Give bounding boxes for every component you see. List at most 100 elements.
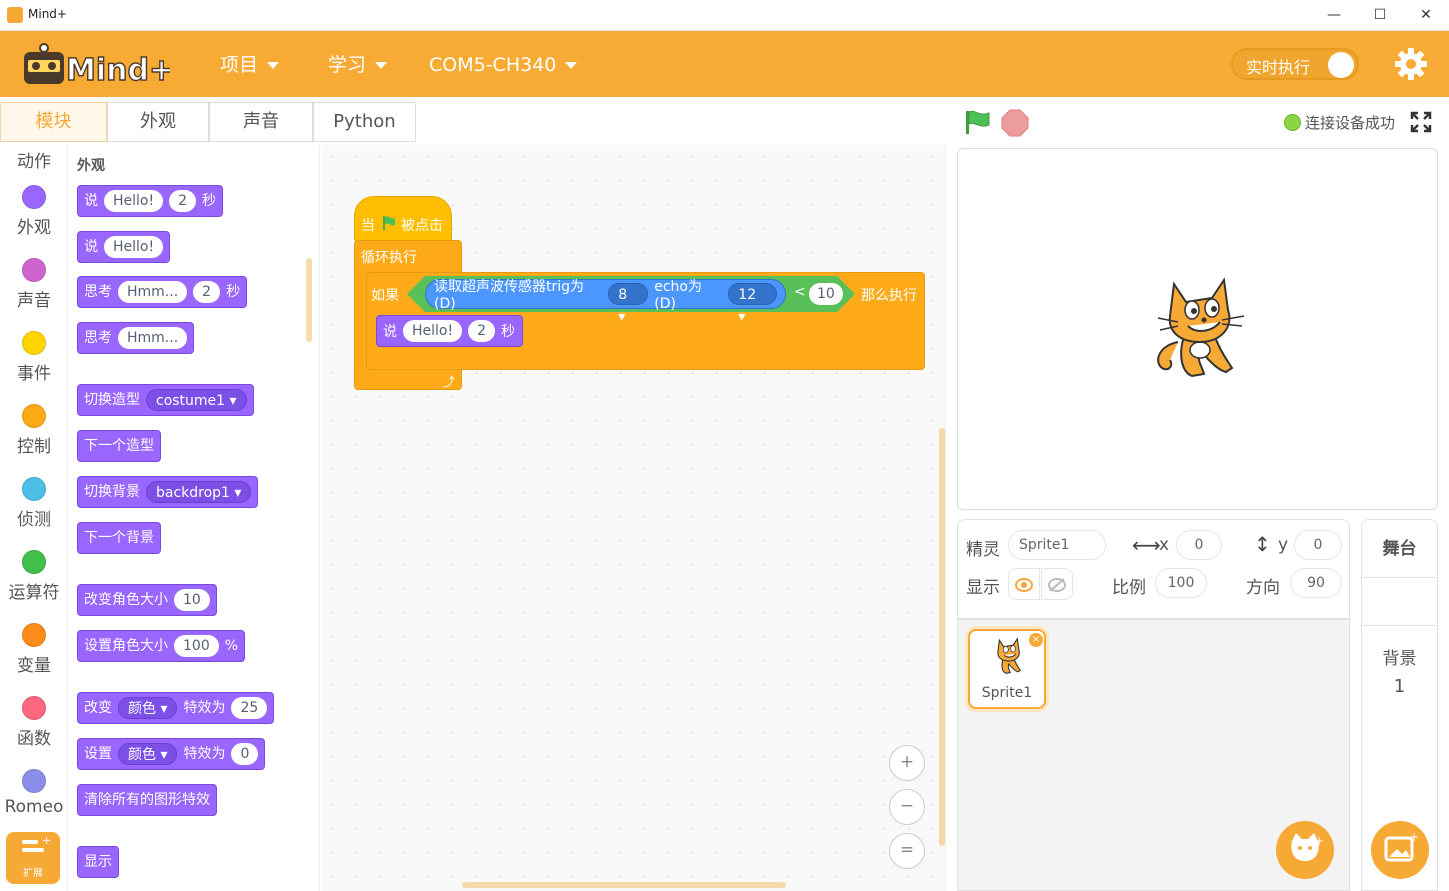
sprite-thumbnail-name: Sprite1 [981,685,1033,701]
block-text-input[interactable]: Hmm... [118,327,188,349]
block-number-input[interactable]: 25 [231,697,268,719]
category-romeo[interactable]: Romeo [0,769,67,817]
costume-dropdown[interactable]: costume1 ▾ [146,389,247,411]
sprite-name-input[interactable]: Sprite1 [1008,530,1106,560]
block-next-backdrop[interactable]: 下一个背景 [77,522,161,554]
category-control[interactable]: 控制 [0,404,67,457]
block-think-for-secs[interactable]: 思考 Hmm... 2 秒 [77,276,248,308]
fullscreen-icon[interactable] [1410,111,1432,133]
mindplus-logo[interactable]: Mind+ [22,42,170,88]
dropdown-value: backdrop1 [156,485,230,501]
block-number-input[interactable]: 2 [468,320,496,342]
block-number-input[interactable]: 100 [174,635,219,657]
add-sprite-button[interactable]: + [1276,821,1334,879]
block-change-effect[interactable]: 改变 颜色 ▾ 特效为 25 [77,692,275,724]
category-sensing[interactable]: 侦测 [0,477,67,530]
extension-button[interactable]: + 扩展 [6,832,60,884]
block-number-input[interactable]: 0 [231,743,259,765]
tab-costumes[interactable]: 外观 [107,102,209,142]
block-say-for-secs[interactable]: 说 Hello! 2 秒 [77,185,224,217]
zoom-out-button[interactable]: − [889,789,925,825]
block-set-size[interactable]: 设置角色大小 100 % [77,630,246,662]
menu-project-label: 项目 [220,54,259,76]
category-label: 外观 [17,218,51,238]
x-input[interactable]: 0 [1176,530,1222,560]
block-number-input[interactable]: 10 [174,589,210,611]
horizontal-arrows-icon: ⟷ [1132,533,1161,557]
tab-blocks[interactable]: 模块 [0,102,107,142]
block-label: 特效为 [183,746,226,762]
block-text-input[interactable]: Hello! [104,190,164,212]
effect-dropdown[interactable]: 颜色 ▾ [118,743,178,765]
block-switch-costume[interactable]: 切换造型 costume1 ▾ [77,384,254,416]
trig-pin-dropdown[interactable]: 8 ▾ [608,283,649,325]
category-operators[interactable]: 运算符 [0,550,67,603]
close-button[interactable]: ✕ [1415,6,1437,24]
category-label: 变量 [17,656,51,676]
menu-project[interactable]: 项目 [220,52,280,78]
size-input[interactable]: 100 [1155,568,1207,598]
block-clear-effects[interactable]: 清除所有的图形特效 [77,784,217,816]
dropdown-value: costume1 [156,393,226,409]
show-sprite-button[interactable] [1008,568,1040,600]
workspace-horizontal-scrollbar[interactable] [462,882,786,888]
y-input[interactable]: 0 [1294,530,1342,560]
block-label: 被点击 [401,218,443,234]
maximize-button[interactable]: ☐ [1369,6,1391,24]
direction-label: 方向 [1246,578,1280,598]
delete-sprite-icon[interactable]: × [1029,633,1043,647]
category-dot [22,404,46,428]
loop-arrow-icon: ⤴ [443,375,456,389]
gear-icon[interactable] [1394,47,1428,81]
compare-value-input[interactable]: 10 [809,283,843,305]
minimize-button[interactable]: — [1323,6,1345,24]
ultrasonic-sensor-reporter[interactable]: 读取超声波传感器trig为(D) 8 ▾ echo为(D) 12 ▾ [425,279,786,325]
zoom-in-button[interactable]: + [889,745,925,781]
echo-pin-dropdown[interactable]: 12 ▾ [728,283,777,325]
block-text-input[interactable]: Hello! [104,236,164,258]
block-think[interactable]: 思考 Hmm... [77,322,195,354]
category-label: 事件 [17,364,51,384]
workspace-vertical-scrollbar[interactable] [939,428,945,846]
stop-icon[interactable] [1001,109,1029,137]
category-motion[interactable]: 动作 [0,145,67,172]
category-label: 运算符 [8,583,60,603]
tab-sounds[interactable]: 声音 [209,102,313,142]
green-flag-icon[interactable] [963,109,991,135]
block-text-input[interactable]: Hello! [403,320,463,342]
block-label: 那么执行 [861,288,917,304]
zoom-reset-button[interactable]: = [889,833,925,869]
say-for-secs-block[interactable]: 说 Hello! 2 秒 [376,315,523,347]
category-sound[interactable]: 声音 [0,258,67,311]
category-events[interactable]: 事件 [0,331,67,384]
effect-dropdown[interactable]: 颜色 ▾ [118,697,178,719]
palette-scrollbar[interactable] [306,258,312,342]
add-backdrop-button[interactable]: + [1371,821,1429,879]
chevron-down-icon [565,62,578,69]
block-switch-backdrop[interactable]: 切换背景 backdrop1 ▾ [77,476,259,508]
backdrop-dropdown[interactable]: backdrop1 ▾ [146,481,252,503]
menu-port[interactable]: COM5-CH340 [429,52,578,78]
menu-learn[interactable]: 学习 [328,52,388,78]
block-next-costume[interactable]: 下一个造型 [77,430,161,462]
block-set-effect[interactable]: 设置 颜色 ▾ 特效为 0 [77,738,266,770]
when-flag-clicked-block[interactable]: 当 被点击 [354,196,452,242]
category-variables[interactable]: 变量 [0,623,67,676]
tab-python[interactable]: Python [313,102,416,142]
block-label: 当 [361,218,375,234]
block-show[interactable]: 显示 [77,846,119,878]
hide-sprite-button[interactable] [1041,568,1073,600]
cat-sprite-icon[interactable] [1148,276,1248,380]
category-looks[interactable]: 外观 [0,185,67,238]
cat-add-icon: + [1291,833,1324,861]
direction-input[interactable]: 90 [1290,568,1342,598]
realtime-toggle[interactable]: 实时执行 [1231,48,1359,80]
block-number-input[interactable]: 2 [169,190,197,212]
backdrop-count: 1 [1393,676,1406,697]
block-change-size[interactable]: 改变角色大小 10 [77,584,217,616]
block-text-input[interactable]: Hmm... [118,281,188,303]
block-label: % [224,638,239,654]
category-functions[interactable]: 函数 [0,696,67,749]
block-number-input[interactable]: 2 [193,281,221,303]
block-say[interactable]: 说 Hello! [77,231,171,263]
